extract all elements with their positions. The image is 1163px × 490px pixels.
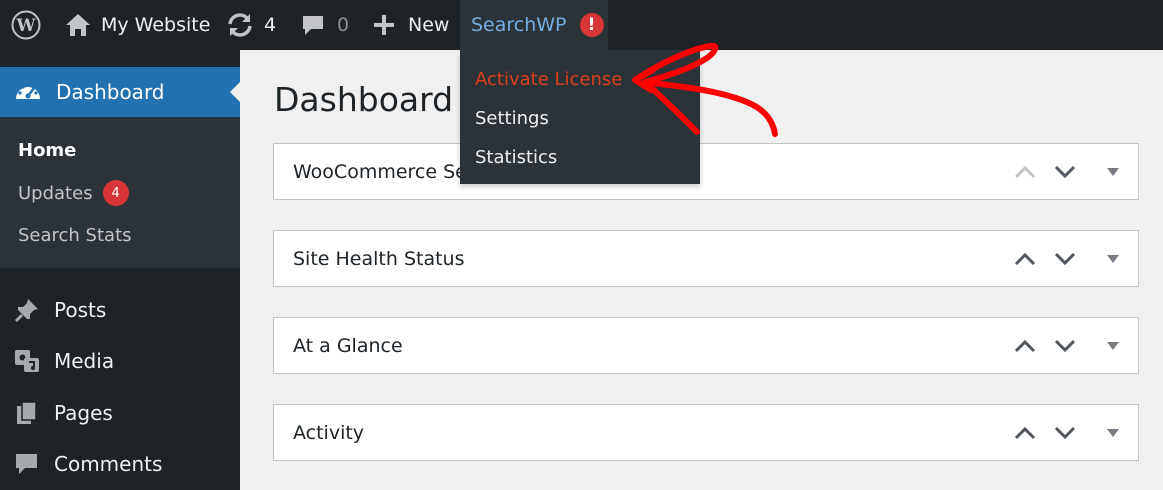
updates-icon — [226, 12, 254, 38]
toggle-panel-icon[interactable] — [1101, 421, 1125, 445]
current-menu-arrow — [230, 82, 240, 102]
widget-site-health: Site Health Status — [273, 230, 1139, 287]
move-up-icon[interactable] — [1013, 247, 1037, 271]
sidebar-item-posts[interactable]: Posts — [13, 297, 106, 323]
menu-item-settings[interactable]: Settings — [460, 99, 700, 138]
comment-icon — [13, 451, 41, 477]
wordpress-logo-button[interactable]: W — [0, 0, 52, 50]
menu-item-statistics[interactable]: Statistics — [460, 138, 700, 177]
submenu-updates-label: Updates — [18, 182, 93, 204]
site-name-link[interactable]: My Website — [64, 0, 210, 50]
admin-sidebar: Dashboard Home Updates 4 Search Stats Po… — [0, 50, 240, 490]
toggle-panel-icon[interactable] — [1101, 334, 1125, 358]
page-title: Dashboard — [274, 80, 454, 119]
sidebar-item-comments[interactable]: Comments — [13, 451, 162, 477]
move-up-icon[interactable] — [1013, 160, 1037, 184]
site-name-label: My Website — [101, 14, 211, 36]
move-down-icon[interactable] — [1053, 160, 1077, 184]
plus-icon — [372, 13, 396, 37]
dashboard-gauge-icon — [14, 79, 42, 105]
wordpress-logo-icon: W — [11, 10, 41, 40]
sidebar-item-media[interactable]: Media — [13, 348, 114, 374]
sidebar-item-pages[interactable]: Pages — [13, 400, 113, 426]
widget-title: WooCommerce Se — [293, 160, 467, 183]
menu-item-activate-license[interactable]: Activate License — [460, 60, 700, 99]
sidebar-item-comments-label: Comments — [54, 452, 163, 476]
new-content-button[interactable]: New — [372, 0, 449, 50]
widget-title: At a Glance — [293, 334, 403, 357]
widget-at-a-glance: At a Glance — [273, 317, 1139, 374]
toggle-panel-icon[interactable] — [1101, 160, 1125, 184]
widget-title: Site Health Status — [293, 247, 465, 270]
alert-icon: ! — [579, 13, 604, 37]
move-up-icon[interactable] — [1013, 334, 1037, 358]
move-down-icon[interactable] — [1053, 421, 1077, 445]
media-icon — [13, 348, 41, 374]
comments-count: 0 — [337, 14, 350, 36]
comments-link[interactable]: 0 — [301, 0, 349, 50]
updates-link[interactable]: 4 — [226, 0, 276, 50]
toggle-panel-icon[interactable] — [1101, 247, 1125, 271]
widget-activity: Activity — [273, 404, 1139, 461]
searchwp-dropdown: Activate License Settings Statistics — [460, 50, 700, 184]
sidebar-item-dashboard[interactable]: Dashboard — [0, 67, 240, 117]
sidebar-item-media-label: Media — [54, 349, 115, 373]
updates-count: 4 — [264, 14, 277, 36]
submenu-search-stats[interactable]: Search Stats — [18, 222, 132, 248]
submenu-updates[interactable]: Updates 4 — [18, 180, 129, 206]
sidebar-item-dashboard-label: Dashboard — [56, 80, 165, 104]
move-up-icon[interactable] — [1013, 421, 1037, 445]
move-down-icon[interactable] — [1053, 247, 1077, 271]
submenu-home[interactable]: Home — [18, 137, 76, 163]
new-label: New — [408, 14, 450, 36]
pages-icon — [13, 400, 41, 426]
comment-icon — [301, 13, 325, 37]
dashboard-submenu: Home Updates 4 Search Stats — [0, 117, 240, 268]
searchwp-menu[interactable]: SearchWP ! — [460, 0, 608, 50]
updates-badge: 4 — [102, 180, 129, 206]
widget-title: Activity — [293, 421, 365, 444]
widget-woocommerce-setup: WooCommerce Se — [273, 143, 1139, 200]
sidebar-item-posts-label: Posts — [54, 298, 107, 322]
pin-icon — [13, 297, 41, 323]
sidebar-item-pages-label: Pages — [54, 401, 113, 425]
move-down-icon[interactable] — [1053, 334, 1077, 358]
home-icon — [64, 12, 92, 38]
admin-bar: W My Website 4 0 New SearchWP ! — [0, 0, 1163, 50]
searchwp-label: SearchWP — [471, 14, 567, 36]
svg-text:W: W — [15, 16, 36, 36]
